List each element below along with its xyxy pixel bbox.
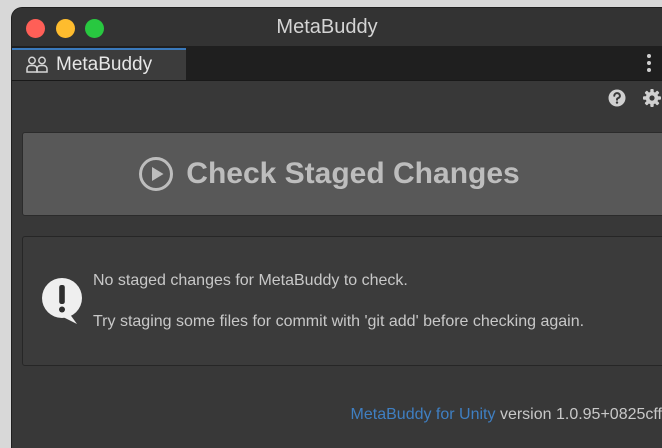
version-label: version 1.0.95+0825cff bbox=[496, 406, 662, 423]
footer: MetaBuddy for Unity version 1.0.95+0825c… bbox=[12, 406, 662, 424]
tab-metabuddy[interactable]: MetaBuddy bbox=[12, 48, 186, 80]
tab-bar: MetaBuddy bbox=[12, 46, 662, 81]
exclamation-bubble-icon bbox=[41, 277, 83, 325]
editor-window: MetaBuddy MetaBuddy bbox=[12, 8, 662, 448]
play-circle-icon bbox=[138, 156, 174, 192]
title-bar[interactable]: MetaBuddy bbox=[12, 8, 662, 46]
message-line-2: Try staging some files for commit with '… bbox=[93, 313, 584, 331]
kebab-menu-icon[interactable] bbox=[646, 54, 652, 72]
metabuddy-for-unity-link[interactable]: MetaBuddy for Unity bbox=[351, 406, 496, 423]
window-title: MetaBuddy bbox=[12, 8, 662, 46]
question-circle-icon[interactable] bbox=[608, 89, 626, 107]
help-message-box: No staged changes for MetaBuddy to check… bbox=[22, 236, 662, 366]
check-button-label: Check Staged Changes bbox=[186, 157, 519, 191]
tab-label: MetaBuddy bbox=[56, 54, 152, 76]
check-staged-changes-button[interactable]: Check Staged Changes bbox=[22, 132, 662, 216]
people-icon bbox=[26, 56, 48, 74]
toolbar bbox=[12, 81, 662, 117]
gear-icon[interactable] bbox=[642, 88, 662, 108]
message-line-1: No staged changes for MetaBuddy to check… bbox=[93, 272, 408, 290]
